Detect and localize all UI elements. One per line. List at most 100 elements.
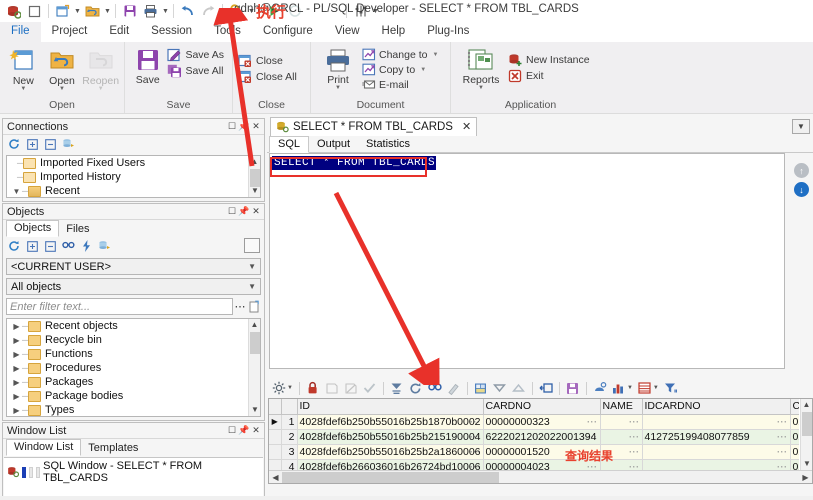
scroll-thumb[interactable]: [802, 412, 812, 436]
open-dropdown-caret-icon[interactable]: ▼: [59, 86, 65, 92]
new-dropdown-icon[interactable]: ▼: [20, 86, 26, 92]
exit-button[interactable]: Exit: [507, 68, 594, 84]
copy-to-button[interactable]: Copy to ▼: [361, 62, 442, 77]
window-list-restore-icon[interactable]: ☐: [226, 425, 238, 436]
prev-statement-button[interactable]: ↑: [794, 163, 809, 178]
chevron-right-icon[interactable]: ▶: [11, 350, 22, 359]
cell-cardno[interactable]: ⋯ 00000004023: [483, 459, 601, 470]
cell-name[interactable]: ⋯: [600, 429, 643, 445]
document-list-dropdown[interactable]: ▼: [792, 119, 810, 134]
execute-icon[interactable]: [263, 1, 284, 21]
change-to-button[interactable]: Change to ▼: [361, 47, 442, 62]
connections-close-icon[interactable]: ✕: [250, 121, 262, 132]
refresh-objects-icon[interactable]: [6, 239, 22, 254]
tab-files[interactable]: Files: [59, 222, 96, 237]
reopen-button[interactable]: Reopen ▼: [81, 46, 120, 92]
cell-cardid[interactable]: ⋯02: [790, 429, 799, 445]
new-button[interactable]: New ▼: [4, 46, 43, 92]
grid-settings-icon[interactable]: [270, 380, 288, 397]
add-object-icon[interactable]: [96, 239, 112, 254]
scroll-right-arrow[interactable]: ▶: [799, 473, 812, 482]
cell-cardid[interactable]: ⋯02: [790, 444, 799, 460]
chevron-down-icon[interactable]: ▼: [248, 262, 256, 271]
cell-id[interactable]: ⋯ 4028fdef6b250b55016b25b215190004: [297, 429, 484, 445]
key-dropdown-icon[interactable]: ▼: [247, 8, 256, 15]
chevron-right-icon[interactable]: ▶: [11, 378, 22, 387]
redo-icon[interactable]: [198, 1, 219, 21]
lock-icon[interactable]: [304, 380, 322, 397]
ribbon-tab-tools[interactable]: Tools: [203, 22, 252, 42]
connections-restore-icon[interactable]: ☐: [226, 121, 238, 132]
chart-icon[interactable]: [610, 380, 628, 397]
tree-node-types[interactable]: ▶ ─ Types: [7, 403, 260, 416]
tab-templates[interactable]: Templates: [81, 441, 145, 456]
execute-dimmed-icon[interactable]: [284, 1, 305, 21]
cell-idcardno[interactable]: ⋯: [642, 414, 791, 430]
window-list-item[interactable]: SQL Window - SELECT * FROM TBL_CARDS: [4, 458, 263, 486]
hscroll-track[interactable]: [282, 471, 799, 483]
tab-objects[interactable]: Objects: [6, 220, 60, 237]
table-view-dropdown-icon[interactable]: ▼: [653, 385, 659, 391]
objects-options-box[interactable]: [244, 238, 260, 253]
delete-record-icon[interactable]: [342, 380, 360, 397]
sort-up-icon[interactable]: [510, 380, 528, 397]
result-grid[interactable]: ID CARDNO NAME IDCARDNO CARDID DEVCOD ▶ …: [268, 398, 813, 484]
ribbon-tab-help[interactable]: Help: [371, 22, 417, 42]
tab-statistics[interactable]: Statistics: [358, 137, 418, 152]
cell-cardno[interactable]: ⋯ 6222021202022001394: [483, 429, 601, 445]
tree-node-imported-fixed-users[interactable]: ─ Imported Fixed Users: [7, 156, 260, 170]
open-icon[interactable]: [82, 1, 103, 21]
connections-scrollbar[interactable]: ▲ ▼: [248, 156, 260, 197]
expand-objects-icon[interactable]: [24, 239, 40, 254]
tab-sql[interactable]: SQL: [269, 136, 310, 153]
tree-node-recent-objects[interactable]: ▶ ─ Recent objects: [7, 319, 260, 333]
chevron-right-icon[interactable]: ▶: [11, 392, 22, 401]
ribbon-tab-configure[interactable]: Configure: [252, 22, 324, 42]
chevron-down-icon[interactable]: ▼: [11, 187, 22, 196]
column-header-name[interactable]: NAME: [600, 399, 643, 415]
print-dropdown-caret-icon[interactable]: ▼: [335, 85, 341, 91]
open-button[interactable]: Open ▼: [43, 46, 82, 92]
table-row[interactable]: 2 ⋯ 4028fdef6b250b55016b25b215190004 ⋯ 622…: [269, 429, 799, 445]
ribbon-tab-session[interactable]: Session: [140, 22, 203, 42]
tree-node-package-bodies[interactable]: ▶ ─ Package bodies: [7, 389, 260, 403]
tree-node-packages[interactable]: ▶ ─ Packages: [7, 375, 260, 389]
tree-node-imported-history[interactable]: ─ Imported History: [7, 170, 260, 184]
chevron-right-icon[interactable]: ▶: [11, 364, 22, 373]
tree-node-functions[interactable]: ▶ ─ Functions: [7, 347, 260, 361]
find-icon[interactable]: [426, 380, 444, 397]
close-all-button[interactable]: Close All: [237, 69, 301, 85]
grid-horizontal-scrollbar[interactable]: ◀ ▶: [269, 470, 812, 483]
search-objects-icon[interactable]: [60, 239, 76, 254]
scroll-up-arrow[interactable]: ▲: [249, 319, 260, 331]
refresh-icon[interactable]: [407, 380, 425, 397]
refresh-connections-icon[interactable]: [6, 137, 22, 152]
result-table[interactable]: ID CARDNO NAME IDCARDNO CARDID DEVCOD ▶ …: [269, 399, 799, 470]
cell-cardid[interactable]: ⋯02: [790, 414, 799, 430]
objects-scrollbar[interactable]: ▲ ▼: [248, 319, 260, 416]
new-instance-button[interactable]: New Instance: [507, 52, 594, 68]
tree-node-recent[interactable]: ▼ ─ Recent: [7, 184, 260, 197]
print-button[interactable]: Print ▼: [315, 46, 361, 91]
open-dropdown-icon[interactable]: ▼: [103, 8, 112, 15]
undo-icon[interactable]: [177, 1, 198, 21]
close-icon[interactable]: ✕: [462, 120, 471, 133]
new-connection-icon[interactable]: [60, 137, 76, 152]
reports-button[interactable]: Reports ▼: [455, 46, 507, 91]
ribbon-tab-plugins[interactable]: Plug-Ins: [416, 22, 480, 42]
next-statement-button[interactable]: ↓: [794, 182, 809, 197]
reports-dropdown-icon[interactable]: ▼: [478, 85, 484, 91]
expand-all-icon[interactable]: [24, 137, 40, 152]
sort-down-icon[interactable]: [491, 380, 509, 397]
change-to-dropdown-icon[interactable]: ▼: [432, 52, 438, 58]
post-changes-icon[interactable]: [361, 380, 379, 397]
query-builder-icon[interactable]: [591, 380, 609, 397]
tab-output[interactable]: Output: [309, 137, 358, 152]
table-row[interactable]: ▶ 1 ⋯ 4028fdef6b250b55016b25b1870b0002 ⋯ 0…: [269, 414, 799, 430]
email-button[interactable]: E-mail: [361, 77, 442, 92]
save-icon[interactable]: [119, 1, 140, 21]
user-selector[interactable]: <CURRENT USER> ▼: [6, 258, 261, 275]
save-button[interactable]: Save: [129, 46, 166, 86]
new-window-icon[interactable]: [52, 1, 73, 21]
object-filter-selector[interactable]: All objects ▼: [6, 278, 261, 295]
